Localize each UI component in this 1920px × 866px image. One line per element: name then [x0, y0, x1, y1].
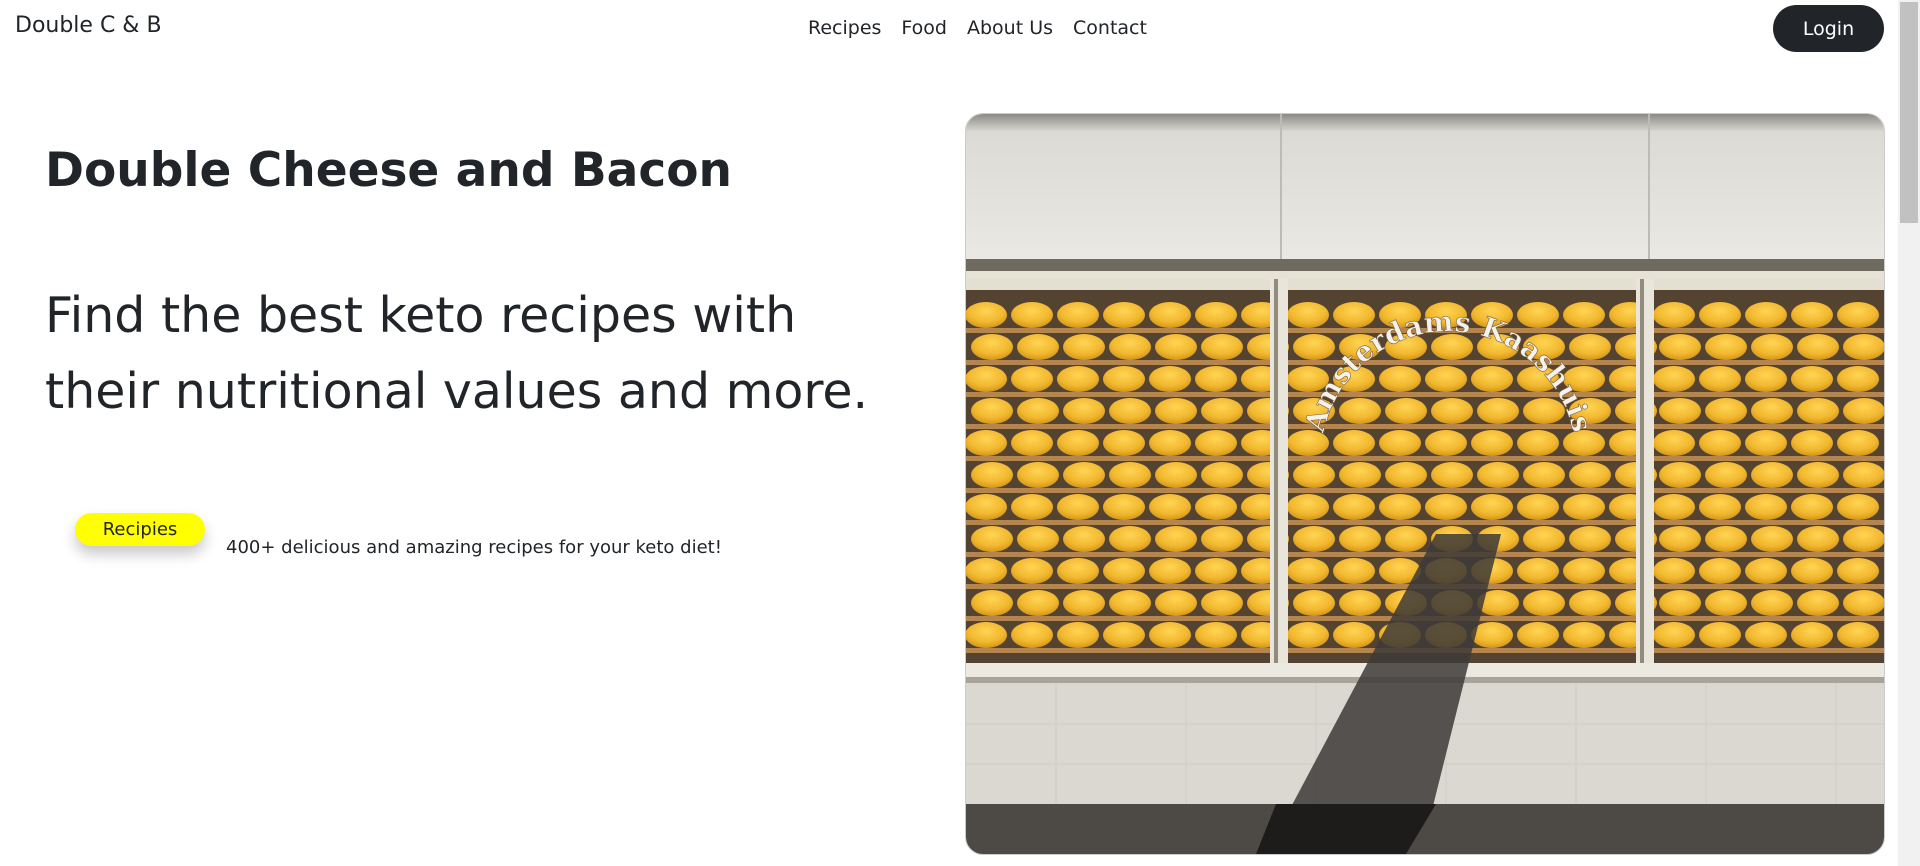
navbar: Double C & B Recipes Food About Us Conta… [0, 0, 1898, 58]
brand-link[interactable]: Double C & B [15, 13, 162, 38]
nav-links: Recipes Food About Us Contact [808, 17, 1147, 39]
login-button[interactable]: Login [1773, 5, 1884, 52]
recipes-badge-button[interactable]: Recipies [75, 513, 205, 546]
hero-lead: Find the best keto recipes with their nu… [45, 287, 869, 420]
hero-title: Double Cheese and Bacon [45, 143, 733, 198]
nav-link-food[interactable]: Food [901, 17, 947, 39]
scrollbar-thumb[interactable] [1900, 2, 1918, 223]
nav-link-contact[interactable]: Contact [1073, 17, 1147, 39]
nav-link-about-us[interactable]: About Us [967, 17, 1053, 39]
hero-subtitle: 400+ delicious and amazing recipes for y… [226, 537, 722, 558]
scrollbar[interactable] [1898, 0, 1920, 866]
nav-link-recipes[interactable]: Recipes [808, 17, 881, 39]
cheese-shop-photo: Amsterdams Kaashuis [966, 114, 1884, 854]
hero-image: Amsterdams Kaashuis [965, 113, 1885, 855]
